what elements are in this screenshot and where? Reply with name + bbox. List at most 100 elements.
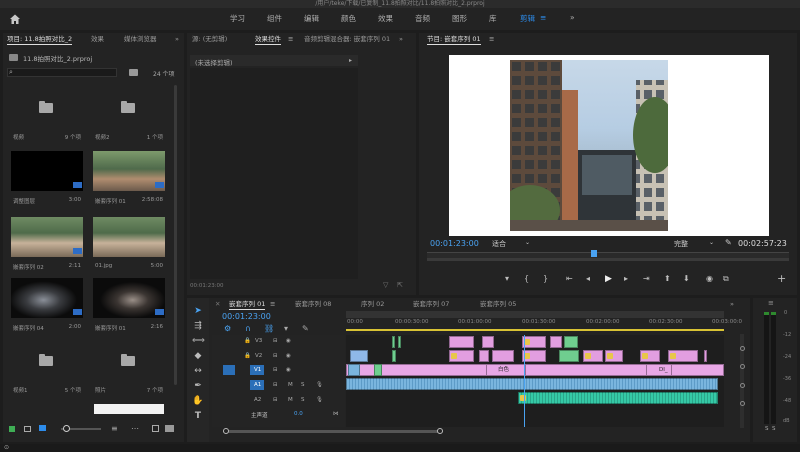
- clip-v2[interactable]: [605, 350, 623, 362]
- tab-program[interactable]: 节目: 嵌套序列 01: [427, 33, 481, 46]
- solo-button[interactable]: S: [301, 382, 305, 388]
- tab-media-browser[interactable]: 媒体浏览器: [124, 33, 157, 46]
- source-patch-v1[interactable]: [223, 365, 235, 375]
- scroll-handle[interactable]: [740, 383, 745, 388]
- filter-icon[interactable]: ▽: [383, 281, 388, 289]
- mark-out-icon[interactable]: }: [543, 274, 548, 284]
- clip-a2[interactable]: [518, 392, 718, 404]
- fit-chevron-down-icon[interactable]: ⌄: [525, 239, 530, 246]
- timeline-settings-icon[interactable]: ✎: [302, 324, 309, 333]
- icon-view-icon[interactable]: [39, 425, 46, 431]
- pen-tool-icon[interactable]: ✒: [192, 380, 204, 392]
- track-label-a1[interactable]: A1: [254, 382, 261, 388]
- timeline-timecode[interactable]: 00:01:23:00: [222, 312, 271, 321]
- track-lock-icon[interactable]: 🔒: [244, 353, 251, 359]
- tab-effect-controls[interactable]: 效果控件: [255, 33, 281, 46]
- program-playhead[interactable]: [591, 250, 597, 257]
- compare-view-icon[interactable]: ⧉: [723, 274, 729, 284]
- clip-v3[interactable]: [392, 336, 395, 348]
- time-ruler[interactable]: 00:00 00:00:30:00 00:01:00:00 00:01:30:0…: [346, 318, 742, 332]
- new-bin-icon[interactable]: [129, 69, 138, 76]
- workspace-learn[interactable]: 学习: [230, 13, 245, 24]
- list-item[interactable]: 嵌套序列 02 2:11: [11, 217, 83, 273]
- meter-menu-icon[interactable]: ≡: [768, 299, 774, 307]
- go-to-out-icon[interactable]: ⇥: [643, 274, 650, 284]
- timeline-horizontal-scrollbar[interactable]: [223, 430, 443, 433]
- solo-right-button[interactable]: S: [772, 426, 776, 432]
- timeline-zoom-bar[interactable]: [346, 311, 724, 318]
- workspace-color[interactable]: 颜色: [341, 13, 356, 24]
- tab-nested-seq-08[interactable]: 嵌套序列 08: [295, 298, 331, 311]
- clip-v2[interactable]: [704, 350, 707, 362]
- eye-icon[interactable]: ◉: [286, 353, 291, 359]
- export-icon[interactable]: ⇱: [397, 281, 403, 289]
- clip-v2[interactable]: [522, 350, 546, 362]
- playhead-timecode[interactable]: 00:01:23:00: [430, 239, 479, 248]
- eye-icon[interactable]: ◉: [286, 338, 291, 344]
- track-lock-icon[interactable]: 🔒: [244, 338, 251, 344]
- status-icon[interactable]: ⊙: [4, 444, 9, 451]
- expand-arrow-icon[interactable]: ▸: [349, 57, 352, 64]
- step-back-icon[interactable]: ◂: [586, 274, 590, 284]
- master-end-icon[interactable]: ⋈: [333, 411, 339, 417]
- clip-v3[interactable]: [564, 336, 578, 348]
- eye-icon[interactable]: ◉: [286, 367, 291, 373]
- track-label-v2[interactable]: V2: [255, 353, 262, 359]
- tab-nested-seq-07[interactable]: 嵌套序列 07: [413, 298, 449, 311]
- settings-wrench-icon[interactable]: ✎: [725, 238, 732, 247]
- clip-v2[interactable]: [640, 350, 660, 362]
- tab-seq-02[interactable]: 序列 02: [361, 298, 384, 311]
- go-to-in-icon[interactable]: ⇤: [566, 274, 573, 284]
- selection-tool-icon[interactable]: ➤: [192, 305, 204, 317]
- sync-lock-icon[interactable]: ⊟: [273, 367, 278, 373]
- list-view-icon[interactable]: [24, 426, 31, 432]
- timeline-playhead[interactable]: [524, 335, 525, 427]
- step-forward-icon[interactable]: ▸: [624, 274, 628, 284]
- scroll-handle[interactable]: [740, 401, 745, 406]
- clip-v2[interactable]: [668, 350, 698, 362]
- razor-tool-icon[interactable]: ◆: [192, 350, 204, 362]
- program-menu-icon[interactable]: ≡: [489, 33, 494, 46]
- track-lanes[interactable]: 白色 DI_: [346, 335, 724, 427]
- workspace-editing-active[interactable]: 剪辑: [520, 13, 535, 24]
- add-marker-icon[interactable]: ▾: [284, 324, 288, 333]
- scroll-handle-right[interactable]: [437, 428, 443, 434]
- zoom-fit-select[interactable]: 适合: [492, 239, 506, 249]
- more-tabs-icon[interactable]: »: [399, 33, 403, 46]
- work-area-bar[interactable]: [346, 329, 724, 331]
- solo-button[interactable]: S: [301, 397, 305, 403]
- clip-v2[interactable]: [350, 350, 368, 362]
- sync-lock-icon[interactable]: ⊟: [273, 338, 278, 344]
- workspace-menu-icon[interactable]: ≡: [540, 13, 546, 22]
- workspace-graphics[interactable]: 图形: [452, 13, 467, 24]
- list-item[interactable]: 01.jpg 5:00: [93, 217, 165, 273]
- workspace-libraries[interactable]: 库: [489, 13, 497, 24]
- workspace-audio[interactable]: 音频: [415, 13, 430, 24]
- list-item[interactable]: 视频 9 个项: [11, 85, 83, 141]
- linked-selection-icon[interactable]: ⛓: [264, 324, 274, 333]
- play-icon[interactable]: ▶: [605, 274, 612, 284]
- clip-v3[interactable]: [482, 336, 494, 348]
- list-item[interactable]: 视频1 5 个项: [11, 338, 83, 394]
- close-tab-icon[interactable]: ✕: [215, 298, 220, 311]
- clip-v2[interactable]: [492, 350, 514, 362]
- track-label-v3[interactable]: V3: [255, 338, 262, 344]
- clip-v1-white[interactable]: 白色: [486, 364, 526, 376]
- tab-source[interactable]: 源: (无剪辑): [192, 33, 227, 46]
- new-bin-bottom-icon[interactable]: [165, 425, 174, 432]
- clip-v3[interactable]: [398, 336, 401, 348]
- tab-nested-seq-05[interactable]: 嵌套序列 05: [480, 298, 516, 311]
- tab-project[interactable]: 项目: 11.8拍照对比_2: [7, 33, 73, 46]
- mark-in-icon[interactable]: {: [524, 274, 529, 284]
- project-scrollbar[interactable]: [174, 85, 177, 385]
- more-tabs-icon[interactable]: »: [730, 298, 734, 311]
- type-tool-icon[interactable]: T: [192, 410, 204, 422]
- timeline-menu-icon[interactable]: ≡: [270, 298, 275, 311]
- more-tabs-icon[interactable]: »: [175, 33, 179, 46]
- list-item[interactable]: 调整图层 3:00: [11, 151, 83, 207]
- microphone-icon[interactable]: 🎙: [316, 382, 323, 388]
- zoom-slider-handle[interactable]: [63, 425, 70, 432]
- extract-icon[interactable]: ⬇: [683, 274, 690, 284]
- sync-lock-icon[interactable]: ⊟: [273, 353, 278, 359]
- more-workspaces-icon[interactable]: »: [570, 13, 575, 22]
